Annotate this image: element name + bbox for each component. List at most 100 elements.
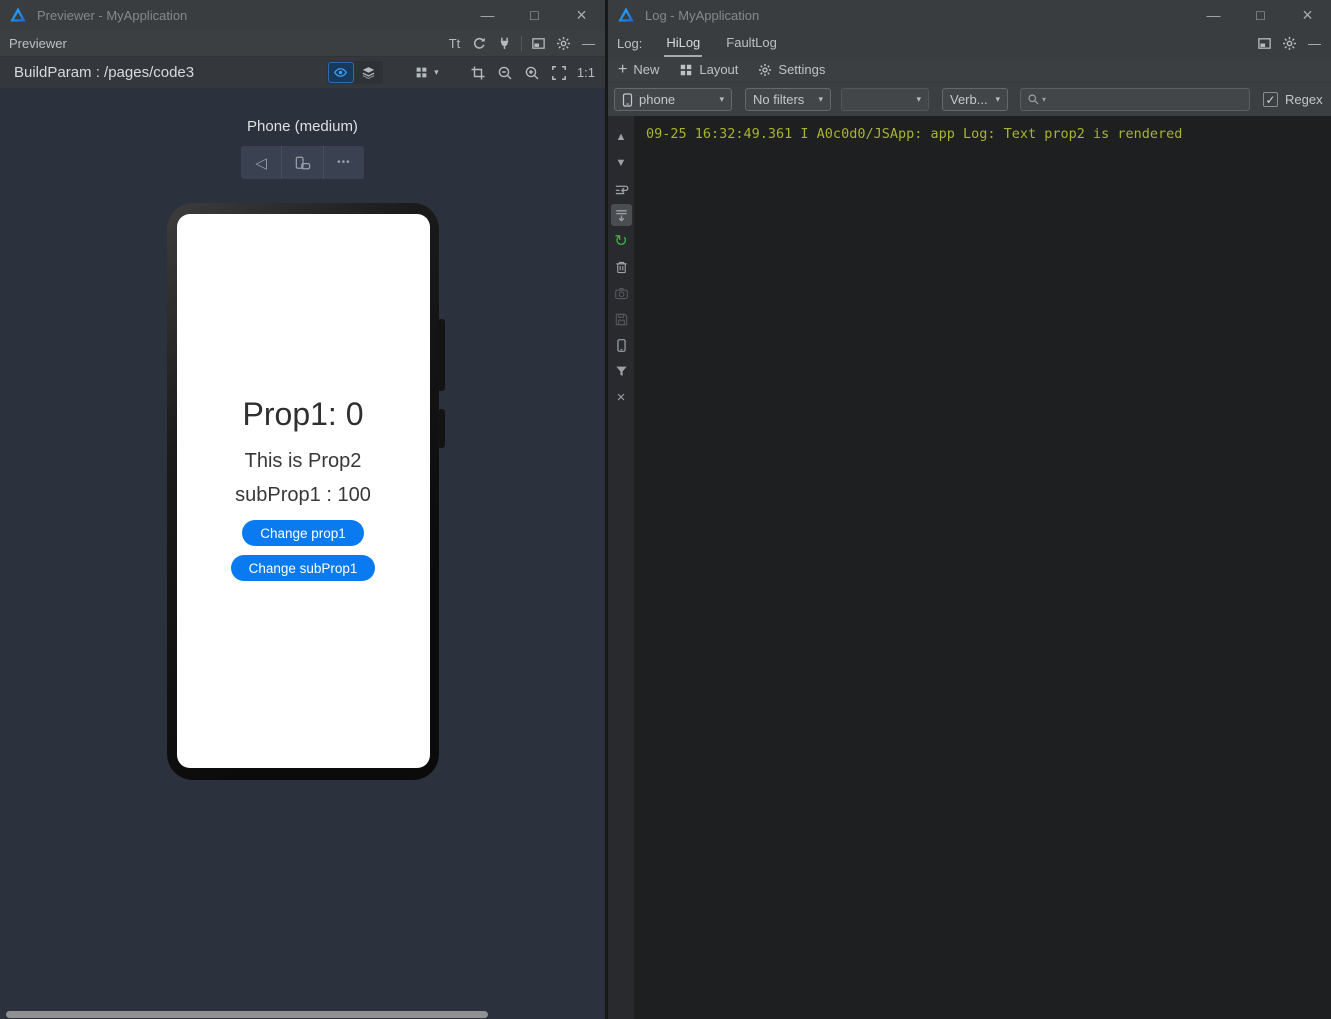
layout-panel-button[interactable] — [526, 31, 551, 55]
view-mode-toggle — [327, 61, 383, 84]
multi-device-dropdown[interactable]: ▾ — [406, 62, 448, 84]
layers-icon — [361, 65, 376, 80]
trash-icon — [614, 260, 629, 275]
fit-screen-icon — [551, 65, 567, 81]
more-button[interactable]: ••• — [323, 146, 364, 179]
text-size-button[interactable]: Tt — [442, 31, 467, 55]
phone-mockup: Prop1: 0 This is Prop2 subProp1 : 100 Ch… — [167, 203, 439, 780]
deveco-logo-icon — [9, 6, 27, 24]
eye-icon — [333, 65, 348, 80]
process-select[interactable]: ▾ — [841, 88, 929, 111]
refresh-button[interactable] — [467, 31, 492, 55]
search-input[interactable] — [1048, 91, 1243, 108]
save-log-button[interactable] — [611, 308, 632, 330]
prop1-text: Prop1: 0 — [243, 396, 364, 433]
maximize-button[interactable]: □ — [511, 0, 558, 30]
chevron-down-icon: ▾ — [916, 94, 921, 105]
zoom-in-button[interactable] — [523, 64, 541, 82]
funnel-icon — [614, 364, 629, 379]
change-prop1-button[interactable]: Change prop1 — [242, 520, 364, 546]
close-button[interactable]: × — [1284, 0, 1331, 30]
gear-icon — [758, 63, 772, 77]
log-window: Log - MyApplication — □ × Log: HiLog Fau… — [608, 0, 1331, 1019]
soft-wrap-button[interactable] — [611, 178, 632, 200]
settings-button[interactable] — [551, 31, 576, 55]
actual-size-button[interactable]: 1:1 — [577, 65, 595, 80]
prop2-text: This is Prop2 — [245, 450, 362, 473]
phone-power-button — [438, 409, 445, 448]
close-session-button[interactable]: × — [611, 386, 632, 408]
minimize-button[interactable]: — — [1190, 0, 1237, 30]
inspector-button[interactable] — [492, 31, 517, 55]
device-nav-group: ◁ ••• — [241, 146, 364, 179]
phone-icon — [614, 338, 629, 353]
grid-icon — [679, 63, 693, 77]
change-subprop1-button[interactable]: Change subProp1 — [231, 555, 376, 581]
previewer-toolbar-icons: Tt — [442, 31, 601, 55]
maximize-button[interactable]: □ — [1237, 0, 1284, 30]
inspect-mode-button[interactable] — [328, 62, 354, 83]
log-filterbar: phone ▾ No filters ▾ ▾ Verb... ▾ ▾ — [608, 83, 1331, 116]
hide-panel-button[interactable]: — — [576, 31, 601, 55]
device-label: Phone (medium) — [0, 118, 605, 135]
new-session-button[interactable]: + New — [618, 62, 659, 77]
crop-frame-button[interactable] — [469, 64, 487, 82]
gear-icon — [556, 36, 571, 51]
window-controls: — □ × — [1190, 0, 1331, 30]
log-output[interactable]: 09-25 16:32:49.361 I A0c0d0/JSApp: app L… — [634, 116, 1331, 1019]
log-search-field[interactable]: ▾ — [1020, 88, 1250, 111]
regex-label: Regex — [1285, 92, 1323, 107]
layout-panel-button[interactable] — [1252, 32, 1277, 56]
settings-action-button[interactable]: Settings — [758, 62, 825, 77]
horizontal-scrollbar[interactable] — [6, 1011, 488, 1018]
chevron-down-icon: ▾ — [818, 94, 823, 105]
ellipsis-icon: ••• — [337, 157, 351, 168]
save-icon — [614, 312, 629, 327]
previewer-window: Previewer - MyApplication — □ × Previewe… — [0, 0, 605, 1019]
hide-panel-button[interactable]: — — [1302, 32, 1327, 56]
layers-mode-button[interactable] — [356, 62, 382, 83]
device-log-button[interactable] — [611, 334, 632, 356]
fit-screen-button[interactable] — [550, 64, 568, 82]
rotate-phone-icon — [293, 155, 312, 171]
chevron-down-icon: ▾ — [434, 67, 439, 78]
tab-hilog[interactable]: HiLog — [664, 30, 702, 57]
deveco-logo-icon — [617, 6, 635, 24]
minimize-button[interactable]: — — [464, 0, 511, 30]
back-button[interactable]: ◁ — [241, 146, 281, 179]
window-title: Log - MyApplication — [645, 8, 759, 23]
regex-toggle[interactable]: ✓ Regex — [1263, 92, 1323, 107]
clear-log-button[interactable] — [611, 256, 632, 278]
plug-icon — [497, 36, 512, 51]
regex-checkbox[interactable]: ✓ — [1263, 92, 1278, 107]
toolbar-divider — [521, 36, 522, 51]
device-select[interactable]: phone ▾ — [614, 88, 732, 111]
settings-button[interactable] — [1277, 32, 1302, 56]
frame-icon — [470, 65, 486, 81]
restart-session-button[interactable]: ↻ — [611, 230, 632, 252]
scroll-to-top-button[interactable]: ▲ — [611, 126, 632, 148]
level-select[interactable]: Verb... ▾ — [942, 88, 1008, 111]
preview-canvas: Phone (medium) ◁ ••• Prop1: 0 — [0, 88, 605, 1019]
zoom-out-button[interactable] — [496, 64, 514, 82]
scroll-to-bottom-button[interactable]: ▼ — [611, 152, 632, 174]
log-side-toolbar: ▲ ▼ ↻ — [608, 116, 634, 1019]
device-value: phone — [639, 92, 675, 107]
filter-log-button[interactable] — [611, 360, 632, 382]
phone-screen: Prop1: 0 This is Prop2 subProp1 : 100 Ch… — [177, 214, 430, 768]
log-body: ▲ ▼ ↻ — [608, 116, 1331, 1019]
filters-select[interactable]: No filters ▾ — [745, 88, 831, 111]
close-button[interactable]: × — [558, 0, 605, 30]
subprop1-text: subProp1 : 100 — [235, 484, 371, 507]
scroll-to-end-button[interactable] — [611, 204, 632, 226]
filters-value: No filters — [753, 92, 804, 107]
screenshot-button[interactable] — [611, 282, 632, 304]
layout-button[interactable]: Layout — [679, 62, 738, 77]
gear-icon — [1282, 36, 1297, 51]
zoom-out-icon — [497, 65, 513, 81]
rotate-button[interactable] — [281, 146, 322, 179]
log-entry: 09-25 16:32:49.361 I A0c0d0/JSApp: app L… — [646, 126, 1323, 142]
new-label: New — [633, 62, 659, 77]
scroll-to-end-icon — [614, 208, 629, 223]
tab-faultlog[interactable]: FaultLog — [724, 30, 779, 57]
